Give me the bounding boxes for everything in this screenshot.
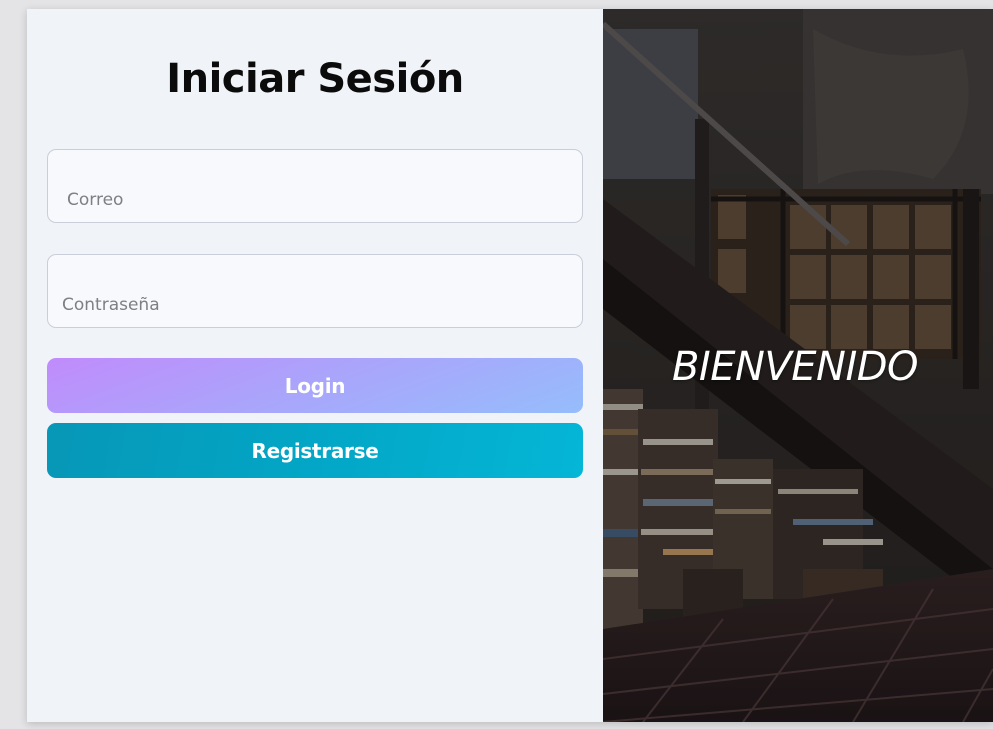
- login-card: Iniciar Sesión Login Registrarse: [27, 9, 993, 722]
- email-field[interactable]: [47, 149, 583, 223]
- hero-image-panel: BIENVENIDO: [603, 9, 993, 722]
- password-field[interactable]: [47, 254, 583, 328]
- login-form-panel: Iniciar Sesión Login Registrarse: [27, 9, 603, 722]
- page-title: Iniciar Sesión: [166, 56, 464, 102]
- register-button[interactable]: Registrarse: [47, 423, 583, 478]
- email-input[interactable]: [48, 150, 582, 222]
- login-button[interactable]: Login: [47, 358, 583, 413]
- password-input[interactable]: [48, 255, 582, 327]
- welcome-heading: BIENVENIDO: [671, 344, 919, 390]
